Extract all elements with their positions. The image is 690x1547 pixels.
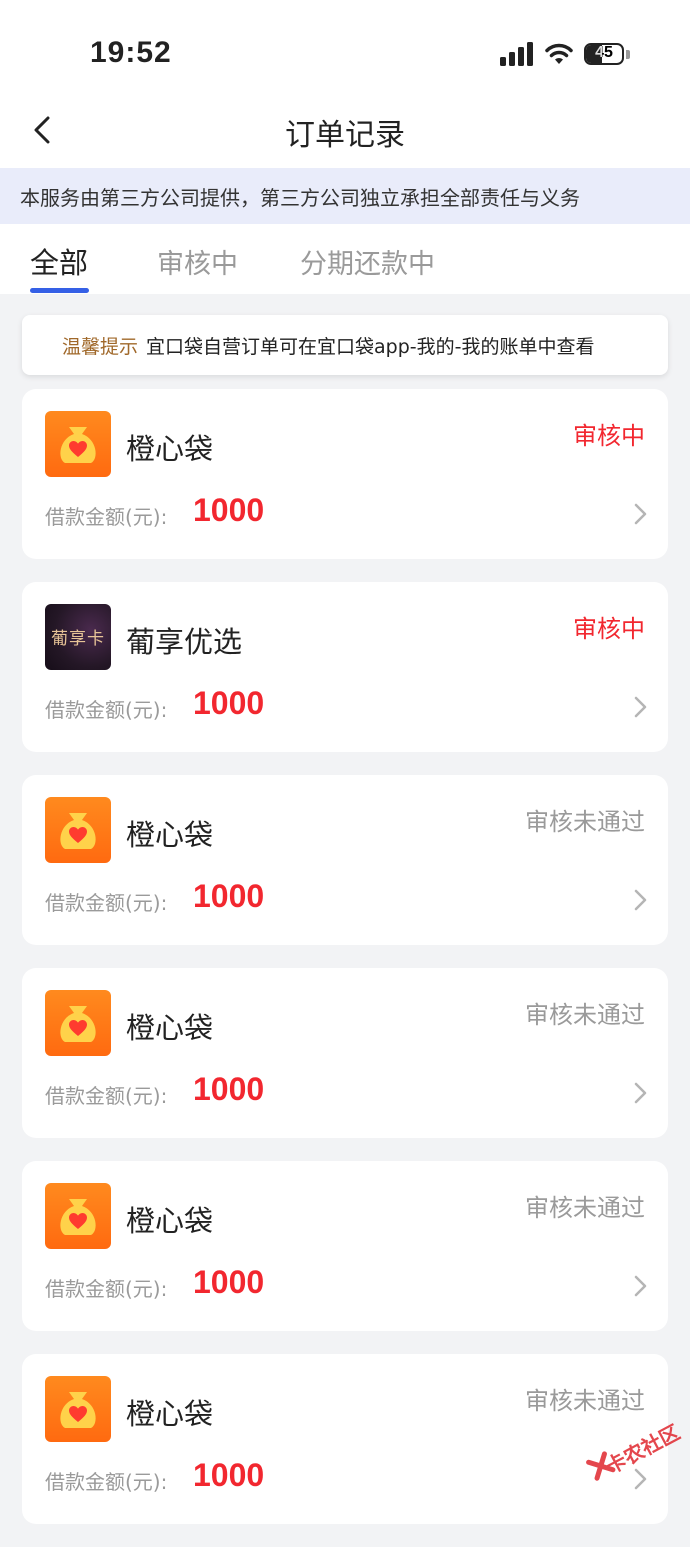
amount-value: 1000 [193, 1457, 265, 1493]
active-tab-indicator [30, 288, 89, 293]
order-card[interactable]: 橙心袋 审核未通过借款金额(元): 1000 [22, 1161, 668, 1331]
amount-value: 1000 [193, 878, 265, 914]
order-card[interactable]: 橙心袋 审核未通过借款金额(元): 1000 [22, 968, 668, 1138]
tip-label: 温馨提示 [62, 336, 139, 358]
orange-money-bag-logo [45, 1183, 111, 1249]
tip-content: 宜口袋自营订单可在宜口袋app-我的-我的账单中查看 [146, 336, 595, 358]
money-bag-icon [60, 1392, 96, 1428]
third-party-notice-banner: 本服务由第三方公司提供，第三方公司独立承担全部责任与义务 [0, 168, 690, 224]
battery-icon: 45 [584, 43, 624, 65]
putao-card-logo: 葡享卡 [45, 604, 111, 670]
amount-label: 借款金额(元): [45, 1084, 168, 1108]
order-status: 审核未通过 [525, 1387, 645, 1415]
amount-value: 1000 [193, 492, 265, 528]
tab-all[interactable]: 全部 [30, 240, 88, 282]
watermark-text: 卡农社区 [601, 1419, 684, 1479]
amount-value: 1000 [193, 1264, 265, 1300]
amount-label: 借款金额(元): [45, 1470, 168, 1494]
product-name: 橙心袋 [126, 432, 214, 466]
money-bag-icon [60, 1006, 96, 1042]
tab-installment-repaying[interactable]: 分期还款中 [300, 242, 435, 281]
status-bar: 19:52 45 [0, 0, 690, 100]
tip-card: 温馨提示 宜口袋自营订单可在宜口袋app-我的-我的账单中查看 [22, 315, 668, 375]
product-name: 橙心袋 [126, 1397, 214, 1431]
amount-label: 借款金额(元): [45, 891, 168, 915]
notice-text: 本服务由第三方公司提供，第三方公司独立承担全部责任与义务 [20, 186, 580, 210]
tip-text: 温馨提示 宜口袋自营订单可在宜口袋app-我的-我的账单中查看 [62, 332, 595, 359]
money-bag-icon [60, 427, 96, 463]
status-icons: 45 [500, 42, 630, 66]
chevron-right-icon [634, 503, 647, 525]
product-name: 橙心袋 [126, 818, 214, 852]
orange-money-bag-logo [45, 411, 111, 477]
order-status: 审核中 [573, 615, 645, 643]
order-card[interactable]: 葡享卡 葡享优选 审核中借款金额(元): 1000 [22, 582, 668, 752]
order-card[interactable]: 橙心袋 审核中借款金额(元): 1000 [22, 389, 668, 559]
battery-percent: 45 [595, 44, 613, 61]
orange-money-bag-logo [45, 990, 111, 1056]
tab-reviewing[interactable]: 审核中 [157, 242, 238, 281]
order-card[interactable]: 橙心袋 审核未通过借款金额(元): 1000 [22, 775, 668, 945]
amount-label: 借款金额(元): [45, 1277, 168, 1301]
order-status: 审核未通过 [525, 1194, 645, 1222]
order-card[interactable]: 橙心袋 审核未通过借款金额(元): 1000 [22, 1354, 668, 1524]
chevron-right-icon [634, 1082, 647, 1104]
chevron-right-icon [634, 889, 647, 911]
page-title: 订单记录 [285, 118, 405, 153]
order-list: 橙心袋 审核中 借款金额(元): 1000 葡享卡 葡享优选 审核中 借款金额(元): 1000… [22, 389, 668, 1547]
money-bag-icon [60, 1199, 96, 1235]
battery-cap [626, 49, 630, 59]
cellular-signal-icon [500, 42, 533, 66]
amount-label: 借款金额(元): [45, 698, 168, 722]
status-time: 19:52 [90, 36, 172, 69]
amount-value: 1000 [193, 685, 265, 721]
amount-label: 借款金额(元): [45, 505, 168, 529]
money-bag-icon [60, 813, 96, 849]
order-status: 审核未通过 [525, 808, 645, 836]
chevron-right-icon [634, 1275, 647, 1297]
product-name: 葡享优选 [126, 625, 243, 659]
order-status: 审核未通过 [525, 1001, 645, 1029]
orange-money-bag-logo [45, 1376, 111, 1442]
wifi-icon [545, 43, 573, 64]
logo-text: 葡享卡 [51, 629, 105, 649]
amount-value: 1000 [193, 1071, 265, 1107]
orange-money-bag-logo [45, 797, 111, 863]
chevron-right-icon [634, 696, 647, 718]
tab-bar: 全部 审核中 分期还款中 [0, 224, 690, 294]
product-name: 橙心袋 [126, 1204, 214, 1238]
product-name: 橙心袋 [126, 1011, 214, 1045]
nav-bar: 订单记录 [0, 100, 690, 168]
order-status: 审核中 [573, 422, 645, 450]
